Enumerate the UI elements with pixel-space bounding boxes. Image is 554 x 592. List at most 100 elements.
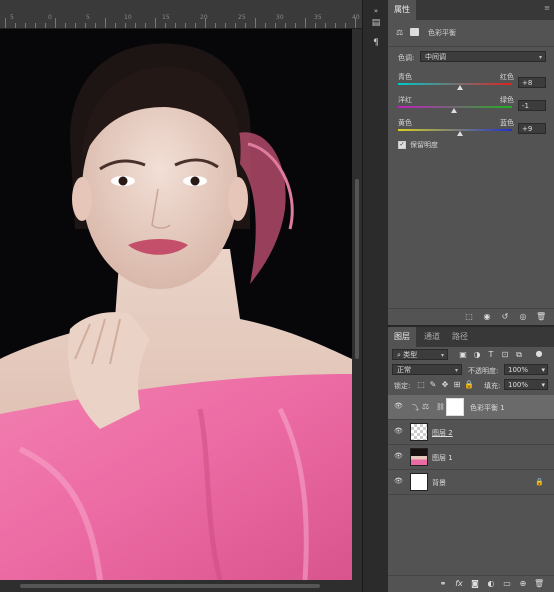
ruler-label: 0	[48, 14, 52, 21]
blend-mode-value: 正常	[397, 366, 411, 374]
layer-mask-thumbnail[interactable]	[446, 398, 464, 416]
slider-value: +9	[522, 125, 533, 133]
filter-toggle-icon[interactable]: ●	[534, 349, 544, 359]
opacity-value: 100%	[508, 366, 529, 374]
ruler-tick	[265, 23, 266, 28]
layer-row[interactable]: 👁 图层 2	[388, 420, 554, 445]
opacity-field[interactable]: 100% ▾	[504, 364, 548, 375]
adjustment-icon[interactable]: ◐	[486, 579, 496, 589]
view-previous-icon[interactable]: ◉	[482, 312, 492, 322]
paragraph-icon[interactable]: ¶	[369, 36, 383, 50]
slider-value: +8	[522, 79, 533, 87]
preserve-checkbox[interactable]: ✓	[398, 141, 406, 149]
fx-icon[interactable]: fx	[454, 579, 464, 589]
slider-value-field[interactable]: -1	[518, 100, 546, 111]
tab-layers[interactable]: 图层	[388, 327, 416, 347]
panel-menu-icon[interactable]: ≡	[544, 4, 550, 12]
layer-name[interactable]: 色彩平衡 1	[470, 403, 505, 413]
lock-all-icon[interactable]: 🔒	[464, 380, 474, 390]
lock-pixels-icon[interactable]: ✎	[428, 380, 438, 390]
slider-knob[interactable]	[457, 131, 464, 136]
tab-paths[interactable]: 路径	[446, 327, 474, 347]
ruler-tick	[255, 18, 256, 28]
scroll-thumb[interactable]	[355, 179, 359, 359]
mask-icon[interactable]: ◙	[470, 579, 480, 589]
blend-mode-dropdown[interactable]: 正常 ▾	[392, 364, 462, 375]
layers-panel: 图层 通道 路径 ⌕ 类型 ▾ ▣ ◑ T ⊡ ⧉ ● 正常 ▾ 不透明度: 1…	[388, 327, 554, 592]
lock-artboard-icon[interactable]: ⊞	[452, 380, 462, 390]
lock-label: 锁定:	[394, 382, 411, 390]
layer-filter-dropdown[interactable]: ⌕ 类型 ▾	[392, 349, 448, 360]
slider-right-label: 蓝色	[500, 119, 514, 127]
scroll-thumb[interactable]	[20, 584, 320, 588]
slider-track[interactable]	[398, 83, 512, 85]
slider-right-label: 红色	[500, 73, 514, 81]
ruler-tick	[285, 23, 286, 28]
properties-header: ⚖ 色彩平衡	[388, 20, 554, 47]
eye-icon[interactable]: 👁	[394, 402, 403, 410]
ruler-tick	[125, 23, 126, 28]
adjustments-icon[interactable]: ▤	[369, 16, 383, 30]
folder-icon[interactable]: ▭	[502, 579, 512, 589]
layers-footer: ⚭ fx ◙ ◐ ▭ ⊕ 🗑	[388, 575, 554, 592]
layer-name[interactable]: 图层 1	[432, 453, 453, 463]
reset-icon[interactable]: ↺	[500, 312, 510, 322]
trash-icon[interactable]: 🗑	[536, 312, 546, 322]
tone-dropdown[interactable]: 中间调 ▾	[420, 51, 546, 62]
ruler-tick	[315, 23, 316, 28]
link-icon[interactable]: ⚭	[438, 579, 448, 589]
ruler-tick	[15, 23, 16, 28]
ruler-tick	[185, 23, 186, 28]
layer-row[interactable]: 👁 ⚖ ⛓ ⤵ 色彩平衡 1	[388, 395, 554, 420]
slider-knob[interactable]	[456, 85, 463, 90]
lock-icon[interactable]: 🔒	[535, 478, 544, 486]
new-layer-icon[interactable]: ⊕	[518, 579, 528, 589]
shape-filter-icon[interactable]: ⊡	[500, 350, 510, 360]
type-filter-icon[interactable]: T	[486, 350, 496, 360]
layers-tabbar: 图层 通道 路径	[388, 327, 554, 347]
lock-transparent-icon[interactable]: ⬚	[416, 380, 426, 390]
visibility-icon[interactable]: ◎	[518, 312, 528, 322]
layer-thumbnail[interactable]	[410, 448, 428, 466]
eye-icon[interactable]: 👁	[394, 427, 403, 435]
slider-knob[interactable]	[450, 108, 457, 113]
adjustment-filter-icon[interactable]: ◑	[472, 350, 482, 360]
smart-object-filter-icon[interactable]: ⧉	[514, 350, 524, 360]
ruler-tick	[215, 23, 216, 28]
ruler-tick	[305, 18, 306, 28]
fill-field[interactable]: 100% ▾	[504, 379, 548, 390]
ruler-tick	[275, 23, 276, 28]
horizontal-scrollbar[interactable]	[0, 580, 362, 592]
tab-properties[interactable]: 属性	[388, 0, 416, 20]
ruler-label: 5	[10, 14, 14, 21]
ruler-label: 30	[276, 14, 284, 21]
slider-track[interactable]	[398, 129, 512, 131]
document-canvas[interactable]	[0, 29, 352, 580]
slider-value-field[interactable]: +8	[518, 77, 546, 88]
ruler-tick	[325, 23, 326, 28]
vertical-scrollbar[interactable]	[352, 29, 362, 580]
layer-name[interactable]: 背景	[432, 478, 446, 488]
ruler-tick	[145, 23, 146, 28]
clip-to-layer-icon[interactable]: ⬚	[464, 312, 474, 322]
ruler-label: 40	[352, 14, 360, 21]
ruler-tick	[335, 23, 336, 28]
lock-position-icon[interactable]: ✥	[440, 380, 450, 390]
layer-name[interactable]: 图层 2	[432, 428, 453, 438]
chain-link-icon[interactable]: ⛓	[436, 403, 445, 411]
collapsed-panel-strip: » ▤ ¶	[362, 0, 389, 592]
tone-label: 色调:	[398, 54, 415, 62]
layer-thumbnail[interactable]	[410, 473, 428, 491]
eye-icon[interactable]: 👁	[394, 452, 403, 460]
mask-icon	[410, 28, 419, 36]
ruler-tick	[135, 23, 136, 28]
eye-icon[interactable]: 👁	[394, 477, 403, 485]
trash-icon[interactable]: 🗑	[534, 579, 544, 589]
layer-thumbnail[interactable]	[410, 423, 428, 441]
layer-row[interactable]: 👁 图层 1	[388, 445, 554, 470]
layer-row[interactable]: 👁 背景 🔒	[388, 470, 554, 495]
pixel-filter-icon[interactable]: ▣	[458, 350, 468, 360]
tab-channels[interactable]: 通道	[418, 327, 446, 347]
slider-value-field[interactable]: +9	[518, 123, 546, 134]
ruler-tick	[65, 23, 66, 28]
